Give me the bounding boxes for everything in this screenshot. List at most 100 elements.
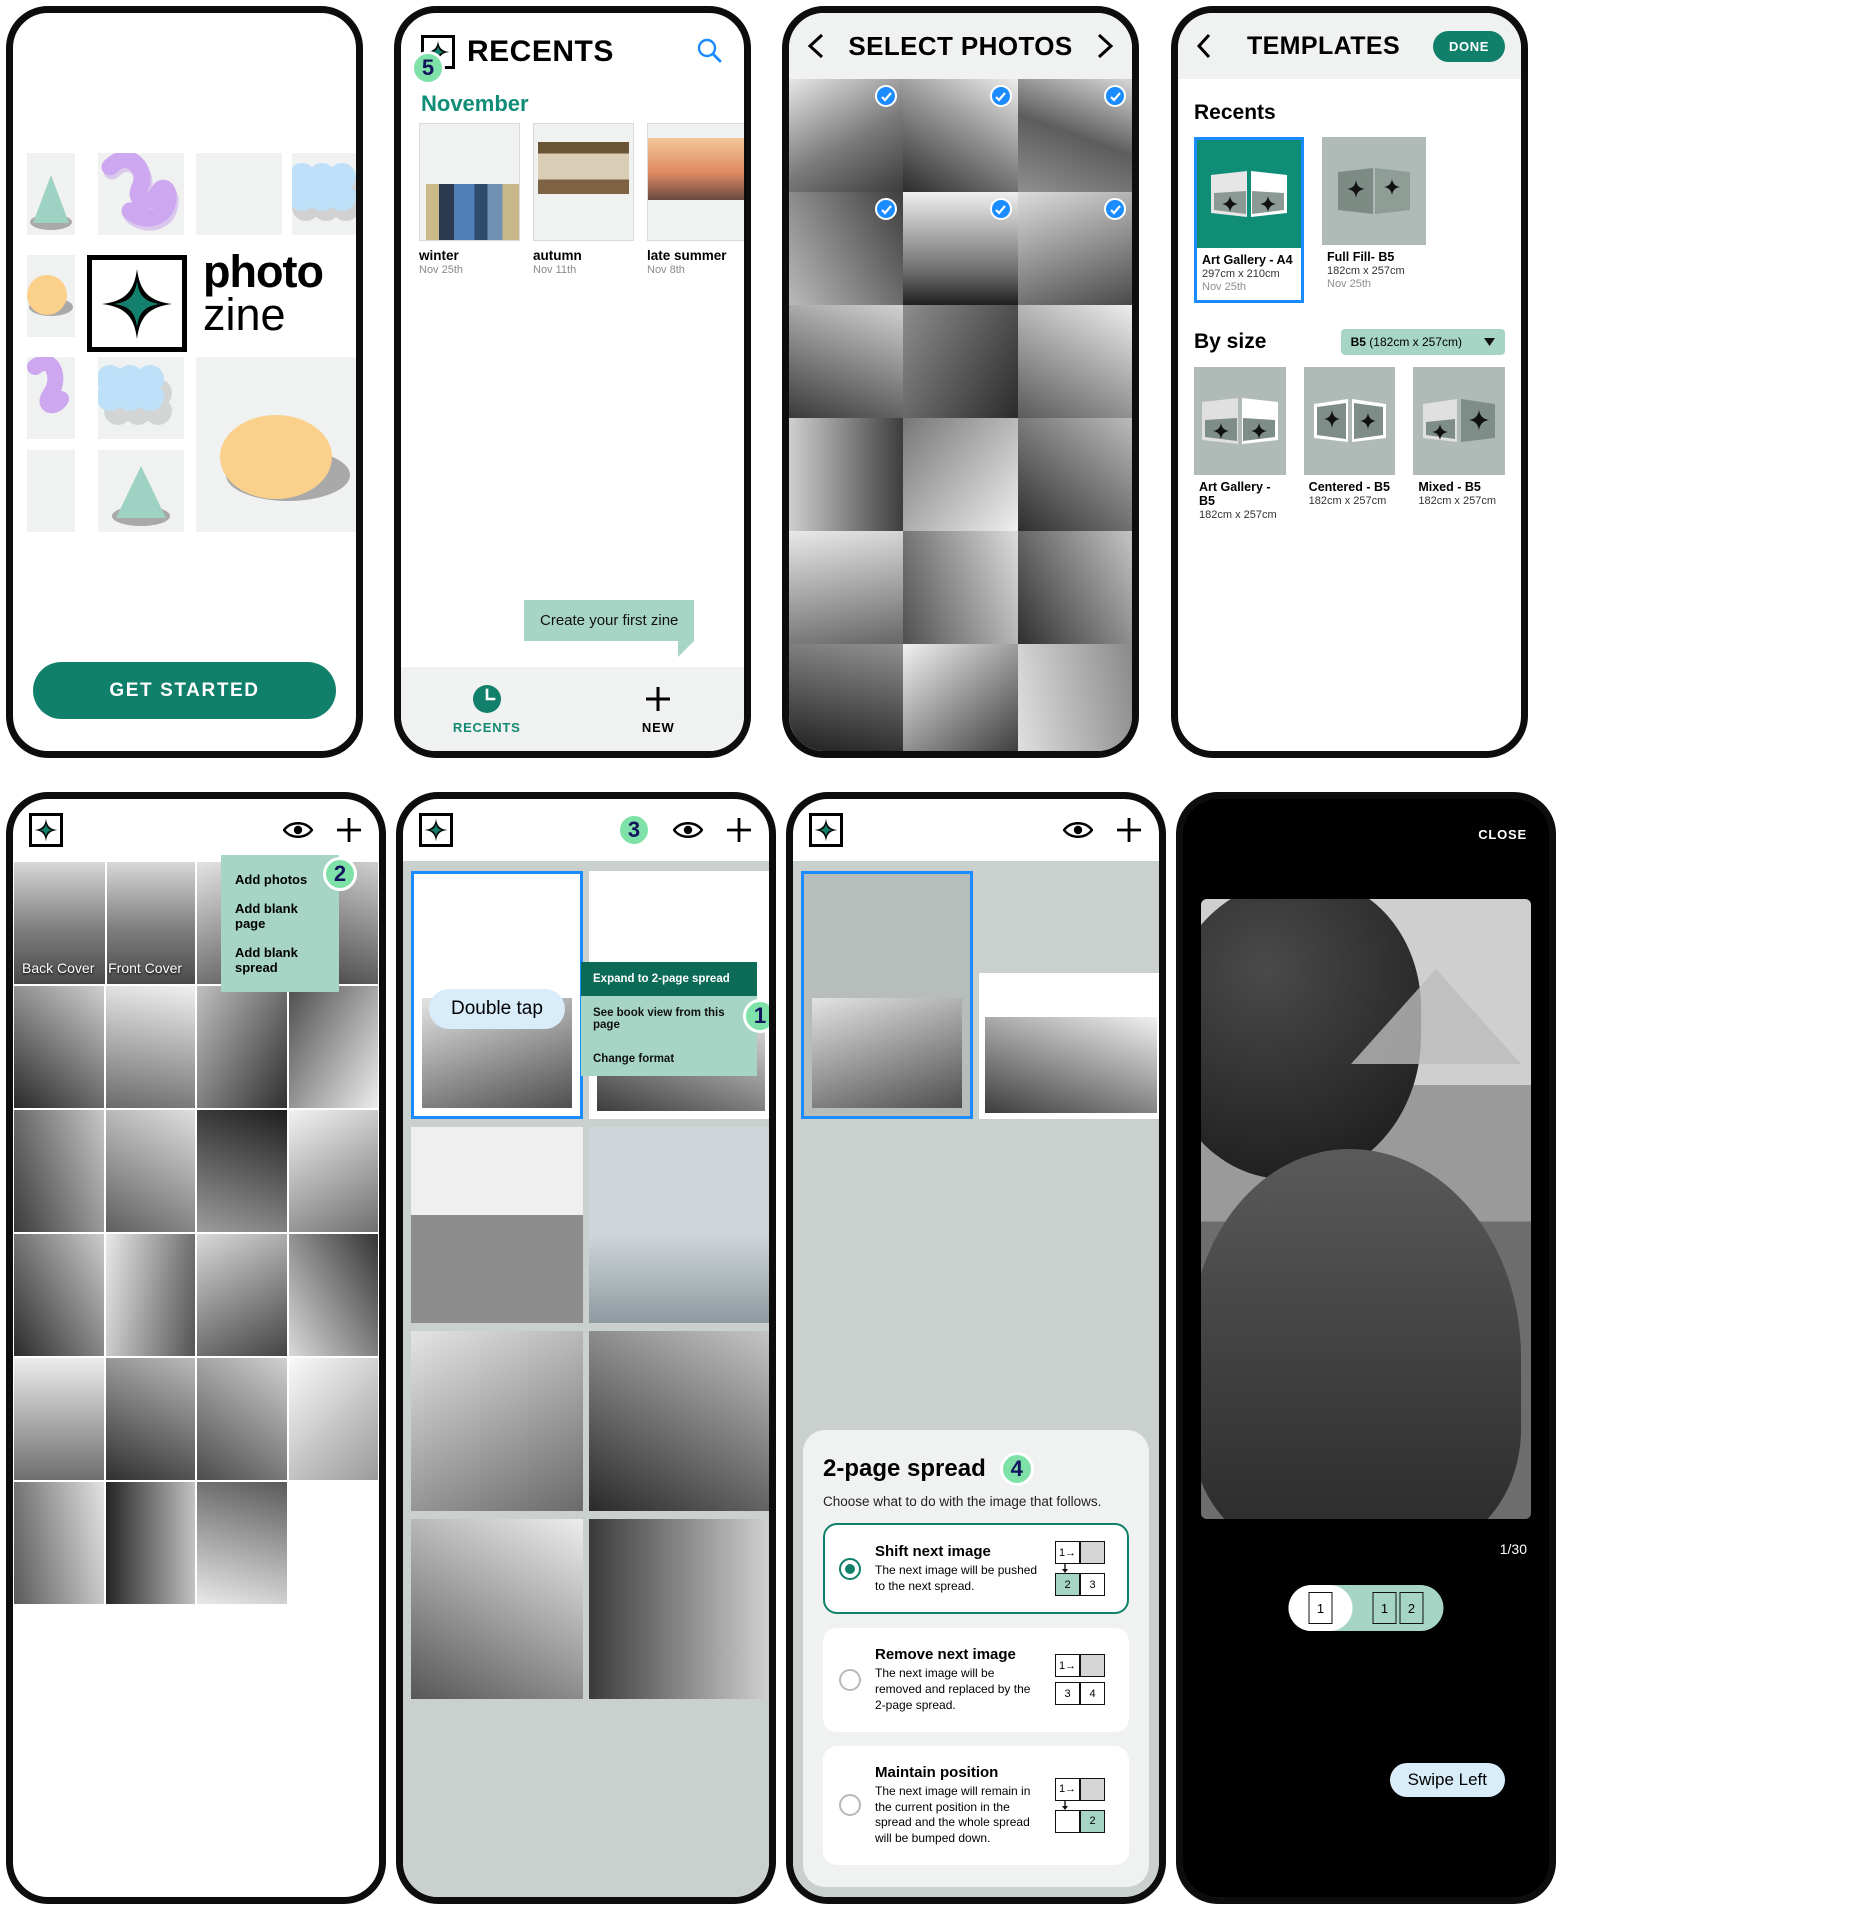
- template-card[interactable]: Art Gallery - A4 297cm x 210cm Nov 25th: [1194, 137, 1304, 303]
- step-badge: 4: [999, 1452, 1034, 1487]
- eye-icon[interactable]: [673, 820, 703, 840]
- photo-cell[interactable]: [903, 305, 1018, 418]
- page[interactable]: [589, 1331, 769, 1511]
- zine-card[interactable]: winter Nov 25th: [419, 123, 520, 276]
- template-card[interactable]: Art Gallery - B5 182cm x 257cm: [1194, 367, 1286, 528]
- template-card[interactable]: Full Fill- B5 182cm x 257cm Nov 25th: [1322, 137, 1426, 303]
- radio-icon[interactable]: [839, 1668, 861, 1691]
- toggle-single-page[interactable]: 1: [1288, 1585, 1353, 1631]
- tab-recents[interactable]: RECENTS: [401, 684, 573, 735]
- page-cell[interactable]: [196, 1109, 288, 1233]
- option-shift-next-image[interactable]: Shift next image The next image will be …: [823, 1523, 1129, 1615]
- tab-new[interactable]: NEW: [573, 684, 745, 735]
- chevron-right-icon[interactable]: [1094, 31, 1116, 61]
- photo-cell[interactable]: [789, 757, 903, 758]
- page[interactable]: [589, 1127, 769, 1323]
- plus-icon[interactable]: [1115, 816, 1143, 844]
- radio-icon[interactable]: [839, 1557, 861, 1580]
- zine-card[interactable]: late summer Nov 8th: [647, 123, 744, 276]
- menu-item-add-blank-spread[interactable]: Add blank spread: [235, 938, 325, 982]
- page-cell[interactable]: [287, 1481, 379, 1605]
- photo-cell[interactable]: [903, 531, 1018, 644]
- photo-cell[interactable]: [903, 644, 1018, 751]
- page-cell[interactable]: [13, 1481, 105, 1605]
- menu-item-change-format[interactable]: Change format: [581, 1042, 757, 1076]
- template-card[interactable]: Centered - B5 182cm x 257cm: [1303, 367, 1396, 528]
- menu-item-add-photos[interactable]: Add photos: [235, 865, 325, 894]
- diagram-cell: 3: [1080, 1573, 1105, 1597]
- photo-cell[interactable]: [903, 757, 1017, 758]
- photo-cell[interactable]: [789, 531, 904, 644]
- photo-cell[interactable]: [1017, 192, 1132, 305]
- page-cell[interactable]: [13, 1109, 105, 1233]
- page[interactable]: [411, 1331, 583, 1511]
- photo-cell[interactable]: [789, 418, 904, 531]
- photo-cell[interactable]: [1018, 757, 1132, 758]
- page-box: 2: [1399, 1592, 1424, 1624]
- chevron-left-icon[interactable]: [1194, 32, 1214, 60]
- photo-cell[interactable]: [1017, 418, 1132, 531]
- zine-thumbnail: [647, 123, 744, 241]
- page-cell[interactable]: [287, 985, 379, 1109]
- close-button[interactable]: CLOSE: [1478, 827, 1527, 842]
- app-logo-box: [29, 813, 63, 847]
- search-icon[interactable]: [696, 37, 722, 63]
- page-cell[interactable]: [13, 985, 105, 1109]
- plus-icon[interactable]: [335, 816, 363, 844]
- get-started-button[interactable]: GET STARTED: [33, 662, 336, 719]
- page-cell[interactable]: [104, 1233, 196, 1357]
- screen-viewer: CLOSE Swipe Left 1/30 1 1 2: [1176, 792, 1556, 1904]
- zine-card[interactable]: autumn Nov 11th: [533, 123, 634, 276]
- photo-cell[interactable]: [789, 305, 904, 418]
- page[interactable]: [979, 973, 1159, 1119]
- photo-cell[interactable]: [903, 192, 1018, 305]
- menu-item-add-blank-page[interactable]: Add blank page: [235, 894, 325, 938]
- photo-cell[interactable]: [789, 644, 904, 751]
- page-cell[interactable]: [196, 1233, 288, 1357]
- option-remove-next-image[interactable]: Remove next image The next image will be…: [823, 1628, 1129, 1732]
- template-size: 297cm x 210cm: [1202, 268, 1280, 280]
- photo-cell[interactable]: [789, 192, 904, 305]
- menu-item-expand-spread[interactable]: Expand to 2-page spread: [581, 962, 757, 996]
- page-cell[interactable]: [196, 985, 288, 1109]
- photo-cell[interactable]: [903, 79, 1018, 192]
- photo-cell[interactable]: [1017, 79, 1132, 192]
- view-mode-toggle[interactable]: 1 1 2: [1288, 1585, 1444, 1631]
- photo-cell[interactable]: [1017, 644, 1132, 751]
- option-maintain-position[interactable]: Maintain position The next image will re…: [823, 1745, 1129, 1865]
- page-cell[interactable]: [196, 1481, 288, 1605]
- page-cell[interactable]: [196, 1357, 288, 1481]
- photo-cell[interactable]: [1017, 305, 1132, 418]
- photo-cell[interactable]: [1017, 531, 1132, 644]
- eye-icon[interactable]: [1063, 820, 1093, 840]
- photo-cell[interactable]: [903, 418, 1018, 531]
- toggle-spread[interactable]: 1 2: [1353, 1585, 1444, 1631]
- page-cell[interactable]: [287, 1109, 379, 1233]
- page-cell[interactable]: [287, 1233, 379, 1357]
- plus-icon[interactable]: [725, 816, 753, 844]
- page-cell[interactable]: [13, 1357, 105, 1481]
- template-card[interactable]: Mixed - B5 182cm x 257cm: [1413, 367, 1506, 528]
- page-cell[interactable]: [104, 1481, 196, 1605]
- page-cell[interactable]: [287, 1357, 379, 1481]
- radio-icon[interactable]: [839, 1794, 861, 1817]
- cover-spread-cell[interactable]: Back Cover Front Cover: [13, 861, 196, 985]
- page[interactable]: [411, 1519, 583, 1699]
- chevron-left-icon[interactable]: [805, 31, 827, 61]
- viewer-photo[interactable]: [1201, 899, 1531, 1519]
- size-filter-select[interactable]: B5 (182cm x 257cm): [1340, 329, 1505, 355]
- spread-options-sheet: 2-page spread 4 Choose what to do with t…: [803, 1430, 1149, 1887]
- page-cell[interactable]: [104, 1357, 196, 1481]
- eye-icon[interactable]: [283, 820, 313, 840]
- photo-cell[interactable]: [789, 79, 904, 192]
- page-cell[interactable]: [104, 985, 196, 1109]
- done-button[interactable]: DONE: [1433, 30, 1505, 62]
- page-cell[interactable]: [13, 1233, 105, 1357]
- page[interactable]: [411, 1127, 583, 1323]
- selected-spread[interactable]: [801, 871, 973, 1119]
- menu-item-book-view[interactable]: See book view from this page: [581, 996, 757, 1042]
- page-cell[interactable]: [104, 1109, 196, 1233]
- page[interactable]: [589, 1519, 769, 1699]
- diagram-cell: 4: [1080, 1682, 1105, 1706]
- check-circle-icon: [1104, 198, 1126, 220]
